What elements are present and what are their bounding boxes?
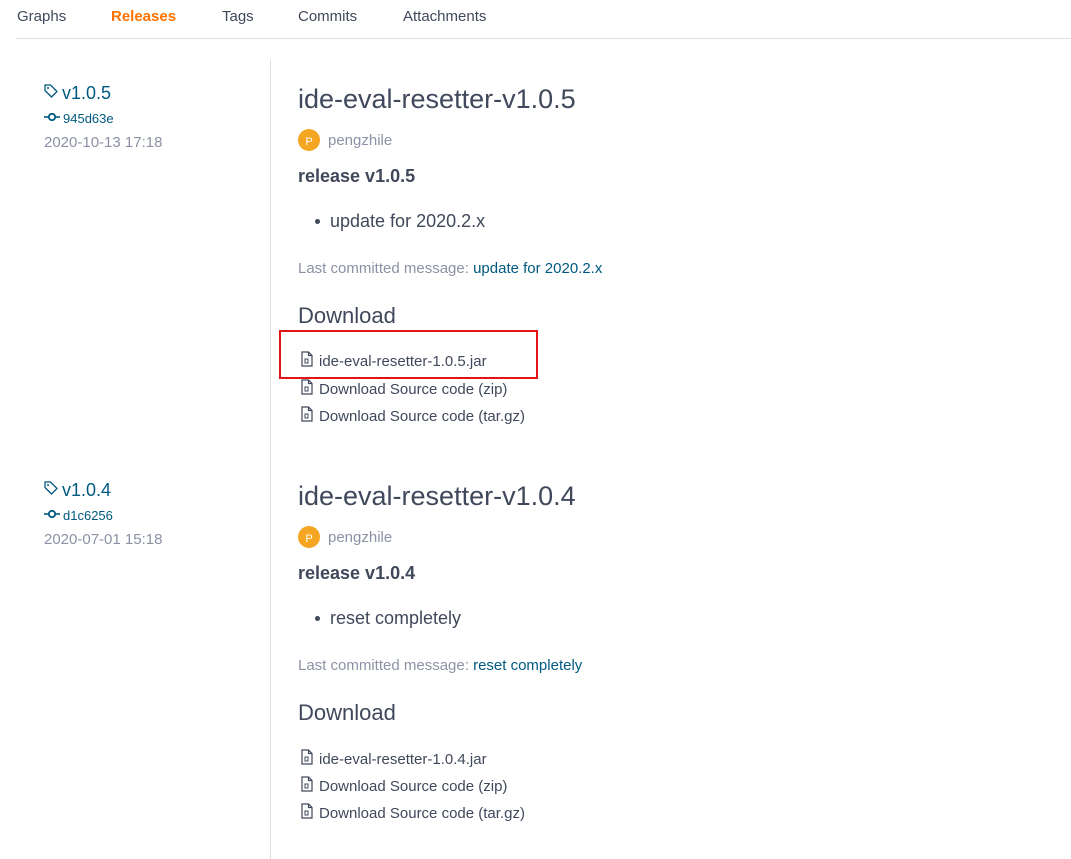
release-name: release v1.0.5	[298, 166, 416, 186]
download-label: Download Source code (tar.gz)	[319, 407, 525, 425]
tab-graphs[interactable]: Graphs	[17, 8, 66, 25]
download-jar-link[interactable]: ide-eval-resetter-1.0.5.jar	[300, 351, 487, 371]
release-author: P pengzhile	[298, 129, 392, 151]
last-commit-link[interactable]: update for 2020.2.x	[473, 260, 602, 277]
release-commit-hash: 945d63e	[63, 111, 114, 126]
last-commit-label: Last committed message:	[298, 657, 474, 674]
file-archive-icon	[300, 351, 314, 371]
bullet-icon	[315, 616, 320, 621]
release-commit-hash: d1c6256	[63, 508, 113, 523]
tab-attachments[interactable]: Attachments	[403, 8, 486, 25]
vertical-divider	[270, 60, 271, 859]
author-name[interactable]: pengzhile	[328, 529, 392, 546]
tab-commits[interactable]: Commits	[298, 8, 357, 25]
download-label: Download Source code (zip)	[319, 777, 508, 795]
file-archive-icon	[300, 749, 314, 769]
release-title[interactable]: ide-eval-resetter-v1.0.4	[298, 481, 576, 512]
file-archive-icon	[300, 406, 314, 426]
release-date: 2020-07-01 15:18	[44, 531, 163, 548]
file-archive-icon	[300, 803, 314, 823]
release-note-item: update for 2020.2.x	[315, 211, 485, 232]
bullet-icon	[315, 219, 320, 224]
file-archive-icon	[300, 776, 314, 796]
download-label: Download Source code (zip)	[319, 380, 508, 398]
release-name: release v1.0.4	[298, 563, 416, 583]
release-commit-link[interactable]: 945d63e	[44, 111, 114, 126]
last-commit-label: Last committed message:	[298, 260, 474, 277]
release-note-text: update for 2020.2.x	[330, 211, 486, 231]
author-name[interactable]: pengzhile	[328, 132, 392, 149]
commit-icon	[44, 508, 60, 523]
last-commit-message: Last committed message: update for 2020.…	[298, 260, 602, 277]
release-commit-link[interactable]: d1c6256	[44, 508, 113, 523]
file-archive-icon	[300, 379, 314, 399]
download-zip-link[interactable]: Download Source code (zip)	[300, 379, 507, 399]
download-targz-link[interactable]: Download Source code (tar.gz)	[300, 406, 525, 426]
release-note-text: reset completely	[330, 608, 462, 628]
download-label: Download Source code (tar.gz)	[319, 804, 525, 822]
release-tag-link[interactable]: v1.0.5	[43, 83, 111, 104]
download-label: ide-eval-resetter-1.0.5.jar	[319, 352, 487, 370]
avatar[interactable]: P	[298, 526, 320, 548]
download-targz-link[interactable]: Download Source code (tar.gz)	[300, 803, 525, 823]
tab-tags[interactable]: Tags	[222, 8, 254, 25]
tab-releases[interactable]: Releases	[111, 8, 176, 25]
commit-icon	[44, 111, 60, 126]
tag-icon	[43, 83, 59, 104]
release-tag-link[interactable]: v1.0.4	[43, 480, 111, 501]
release-tag-label: v1.0.4	[62, 480, 112, 500]
download-jar-link[interactable]: ide-eval-resetter-1.0.4.jar	[300, 749, 487, 769]
release-tag-label: v1.0.5	[62, 83, 112, 103]
release-author: P pengzhile	[298, 526, 392, 548]
tag-icon	[43, 480, 59, 501]
avatar[interactable]: P	[298, 129, 320, 151]
release-date: 2020-10-13 17:18	[44, 134, 163, 151]
download-label: ide-eval-resetter-1.0.4.jar	[319, 750, 487, 768]
tab-bar: Graphs Releases Tags Commits Attachments	[16, 0, 1071, 39]
download-zip-link[interactable]: Download Source code (zip)	[300, 776, 507, 796]
last-commit-message: Last committed message: reset completely	[298, 657, 582, 674]
last-commit-link[interactable]: reset completely	[473, 657, 582, 674]
release-note-item: reset completely	[315, 608, 461, 629]
download-heading: Download	[298, 700, 396, 725]
release-title[interactable]: ide-eval-resetter-v1.0.5	[298, 84, 576, 115]
download-heading: Download	[298, 303, 396, 328]
